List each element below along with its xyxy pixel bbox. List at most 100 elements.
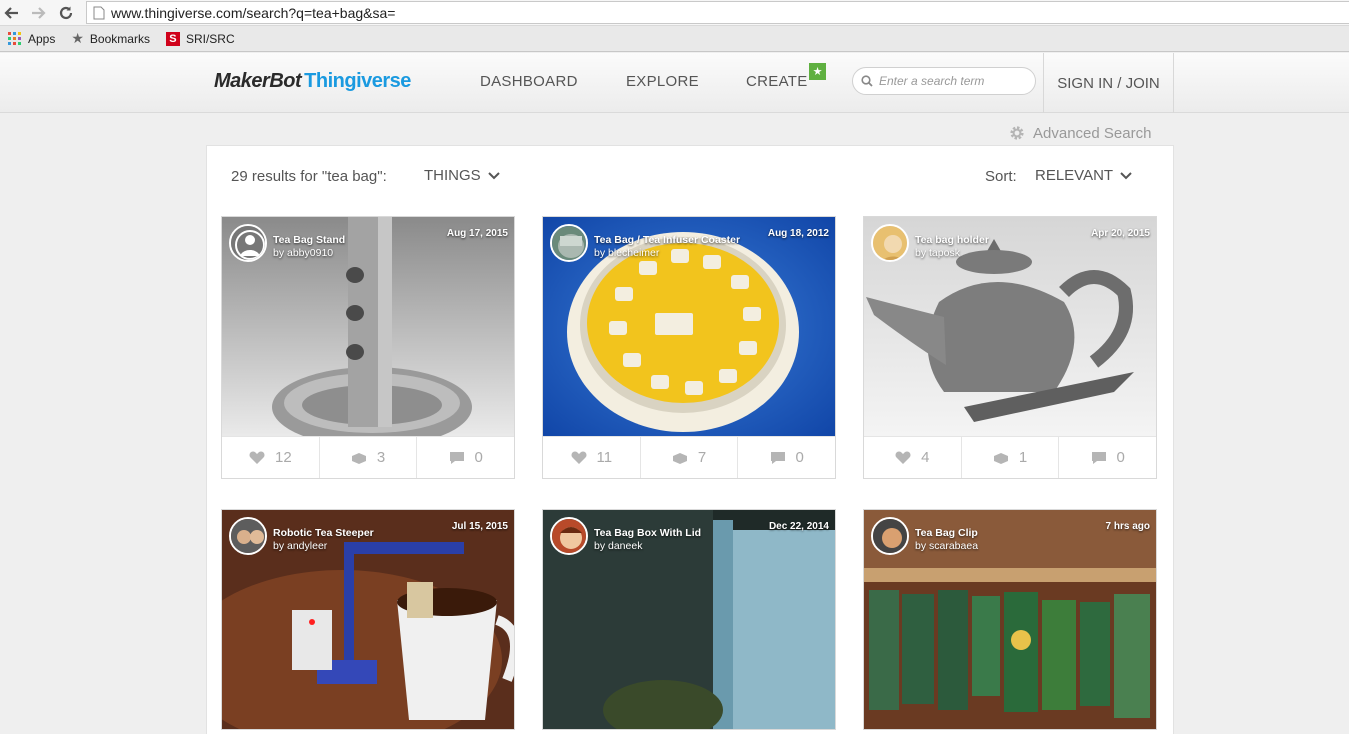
thing-title[interactable]: Tea Bag Stand xyxy=(273,234,345,246)
forward-button[interactable] xyxy=(28,3,48,23)
collection-icon xyxy=(351,452,366,464)
search-box[interactable] xyxy=(852,67,1036,95)
thing-stats: 4 1 0 xyxy=(864,436,1156,478)
reload-button[interactable] xyxy=(56,3,76,23)
bookmark-apps[interactable]: Apps xyxy=(8,31,56,46)
comment-button[interactable]: 0 xyxy=(417,437,514,478)
comment-count: 0 xyxy=(795,449,804,466)
apps-grid-icon xyxy=(8,31,21,45)
page-icon xyxy=(93,6,105,19)
nav-dashboard[interactable]: DASHBOARD xyxy=(480,73,578,90)
thumbnail-image xyxy=(222,510,514,729)
chevron-down-icon xyxy=(1120,171,1132,179)
thing-thumbnail[interactable]: Tea Bag Box With Lid by daneek Dec 22, 2… xyxy=(543,510,835,729)
thing-thumbnail[interactable]: Tea bag holder by taposk Apr 20, 2015 xyxy=(864,217,1156,436)
thumbnail-image xyxy=(864,217,1156,436)
heart-icon xyxy=(895,450,911,464)
thing-card[interactable]: Tea Bag Clip by scarabaea 7 hrs ago xyxy=(863,509,1157,730)
gear-icon xyxy=(1010,126,1024,140)
thing-date: Aug 18, 2012 xyxy=(767,228,829,239)
star-icon: ★ xyxy=(71,30,84,46)
chevron-down-icon xyxy=(487,171,500,179)
thing-title[interactable]: Robotic Tea Steeper xyxy=(273,527,374,539)
comment-icon xyxy=(770,451,785,464)
thing-stats: 11 7 0 xyxy=(543,436,835,478)
thumbnail-image xyxy=(543,217,835,436)
comment-button[interactable]: 0 xyxy=(738,437,835,478)
bookmark-label: SRI/SRC xyxy=(185,31,235,46)
thing-author[interactable]: by andyleer xyxy=(273,540,327,552)
nav-create[interactable]: CREATE xyxy=(746,73,808,90)
bookmark-label: Apps xyxy=(28,31,56,46)
search-input[interactable] xyxy=(879,74,1029,88)
sign-in-join-button[interactable]: SIGN IN / JOIN xyxy=(1043,53,1174,113)
thing-title[interactable]: Tea Bag Box With Lid xyxy=(594,527,701,539)
thing-date: Jul 15, 2015 xyxy=(451,521,508,532)
heart-icon xyxy=(249,450,265,464)
sort-dropdown[interactable]: RELEVANT xyxy=(1035,167,1132,184)
author-avatar[interactable] xyxy=(550,224,588,262)
thing-title[interactable]: Tea Bag Clip xyxy=(915,527,978,539)
browser-toolbar: www.thingiverse.com/search?q=tea+bag&sa= xyxy=(0,0,1349,26)
create-star-badge: ★ xyxy=(809,63,826,80)
search-icon xyxy=(861,75,873,87)
thing-date: Aug 17, 2015 xyxy=(446,228,508,239)
comment-count: 0 xyxy=(474,449,483,466)
author-avatar[interactable] xyxy=(229,517,267,555)
like-count: 12 xyxy=(274,449,292,466)
filter-value: THINGS xyxy=(424,167,481,184)
collect-button[interactable]: 7 xyxy=(641,437,739,478)
thing-author[interactable]: by daneek xyxy=(594,540,642,552)
thing-title[interactable]: Tea bag holder xyxy=(915,234,989,246)
nav-explore[interactable]: EXPLORE xyxy=(626,73,699,90)
thing-card[interactable]: Tea Bag Box With Lid by daneek Dec 22, 2… xyxy=(542,509,836,730)
thing-card[interactable]: Tea bag holder by taposk Apr 20, 2015 4 … xyxy=(863,216,1157,479)
collect-button[interactable]: 3 xyxy=(320,437,418,478)
thing-thumbnail[interactable]: Tea Bag / Tea Infuser Coaster by blechei… xyxy=(543,217,835,436)
bookmark-label: Bookmarks xyxy=(89,31,150,46)
thing-title[interactable]: Tea Bag / Tea Infuser Coaster xyxy=(594,234,740,246)
collect-count: 3 xyxy=(376,449,386,466)
comment-count: 0 xyxy=(1116,449,1125,466)
reload-icon xyxy=(59,6,73,20)
collect-count: 1 xyxy=(1018,449,1028,466)
thing-author[interactable]: by abby0910 xyxy=(273,247,333,259)
thing-thumbnail[interactable]: Tea Bag Clip by scarabaea 7 hrs ago xyxy=(864,510,1156,729)
thing-author[interactable]: by taposk xyxy=(915,247,960,259)
back-button[interactable] xyxy=(2,3,22,23)
author-avatar[interactable] xyxy=(229,224,267,262)
like-button[interactable]: 11 xyxy=(543,437,641,478)
advanced-search-link[interactable]: Advanced Search xyxy=(1008,124,1151,142)
author-avatar[interactable] xyxy=(550,517,588,555)
collection-icon xyxy=(672,452,687,464)
bookmark-sri-src[interactable]: S SRI/SRC xyxy=(165,31,235,46)
thing-thumbnail[interactable]: Robotic Tea Steeper by andyleer Jul 15, … xyxy=(222,510,514,729)
collection-icon xyxy=(993,452,1008,464)
forward-arrow-icon xyxy=(32,7,46,19)
bookmarks-bar: Apps ★ Bookmarks S SRI/SRC xyxy=(0,26,1349,52)
collect-button[interactable]: 1 xyxy=(962,437,1060,478)
thingiverse-logo[interactable]: MakerBot Thingiverse xyxy=(214,70,411,93)
like-button[interactable]: 12 xyxy=(222,437,320,478)
address-bar[interactable]: www.thingiverse.com/search?q=tea+bag&sa= xyxy=(86,1,1349,24)
thing-author[interactable]: by scarabaea xyxy=(915,540,978,552)
type-filter-dropdown[interactable]: THINGS xyxy=(424,167,500,184)
site-header: MakerBot Thingiverse DASHBOARD EXPLORE CR… xyxy=(0,53,1349,113)
sort-value: RELEVANT xyxy=(1035,167,1114,184)
thing-thumbnail[interactable]: Tea Bag Stand by abby0910 Aug 17, 2015 xyxy=(222,217,514,436)
comment-button[interactable]: 0 xyxy=(1059,437,1156,478)
like-button[interactable]: 4 xyxy=(864,437,962,478)
author-avatar[interactable] xyxy=(871,224,909,262)
sort-label: Sort: xyxy=(985,168,1017,185)
bookmark-bookmarks[interactable]: ★ Bookmarks xyxy=(71,30,150,47)
thumbnail-image xyxy=(864,510,1156,729)
author-avatar[interactable] xyxy=(871,517,909,555)
thing-card[interactable]: Robotic Tea Steeper by andyleer Jul 15, … xyxy=(221,509,515,730)
like-count: 11 xyxy=(596,449,613,466)
thumbnail-image xyxy=(543,510,835,729)
thing-card[interactable]: Tea Bag Stand by abby0910 Aug 17, 2015 1… xyxy=(221,216,515,479)
thing-card[interactable]: Tea Bag / Tea Infuser Coaster by blechei… xyxy=(542,216,836,479)
heart-icon xyxy=(571,450,587,464)
thing-author[interactable]: by blecheimer xyxy=(594,247,659,259)
sri-logo-icon: S xyxy=(165,31,180,46)
